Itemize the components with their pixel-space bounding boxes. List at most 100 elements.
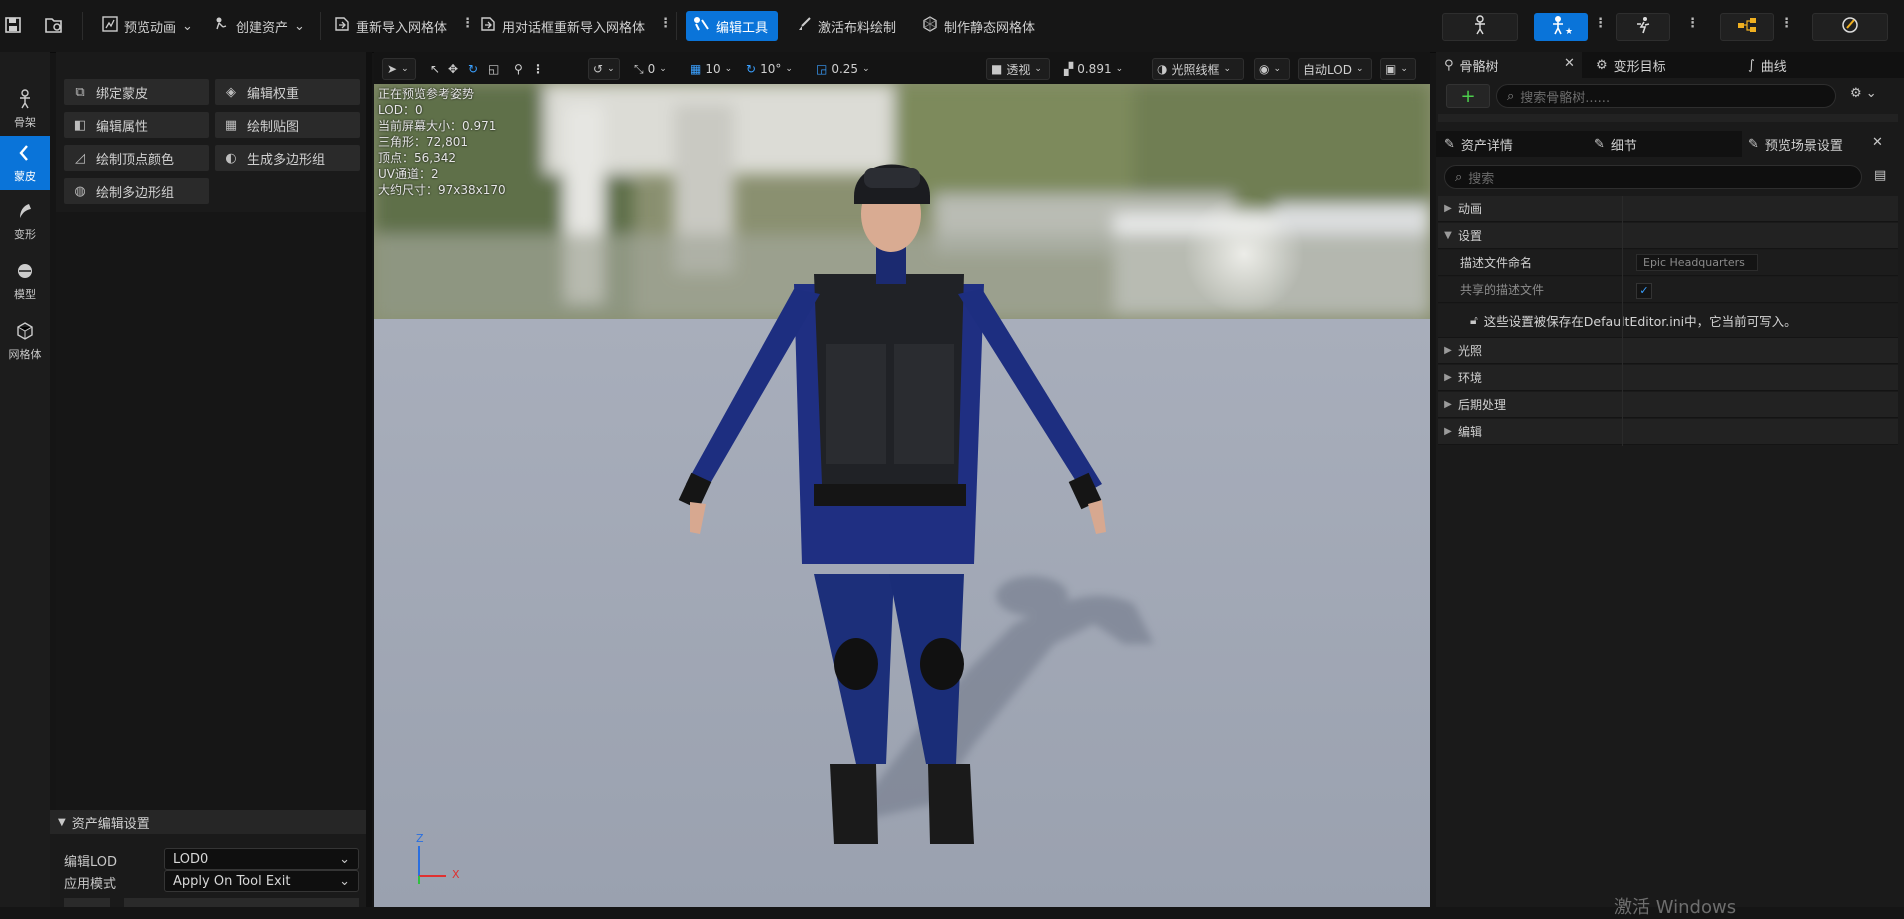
close-icon[interactable]: ✕ (1872, 135, 1883, 150)
section-settings[interactable]: ▼ 设置 (1438, 223, 1898, 249)
reimport-mesh-button[interactable]: 重新导入网格体 (328, 11, 453, 41)
mode-mesh[interactable]: 网格体 (0, 314, 50, 368)
skeleton-search-input[interactable]: ⌕ 搜索骨骼树...... (1496, 84, 1836, 108)
tab-details[interactable]: ✎ 细节 (1594, 131, 1637, 157)
preview-scene-icon: ✎ (1748, 136, 1759, 152)
activate-cloth-button[interactable]: 激活布料绘制 (790, 11, 902, 41)
section-post-process[interactable]: ▶ 后期处理 (1438, 392, 1898, 418)
viewport-layout-button[interactable]: ▣ ⌄ (1380, 58, 1416, 80)
details-search-placeholder: 搜索 (1468, 171, 1495, 187)
select-icon[interactable]: ↖ (426, 58, 444, 80)
asset-settings-header[interactable]: ▼ 资产编辑设置 (50, 810, 366, 834)
grid-snap-text: 10 (705, 62, 721, 76)
edit-lod-value: LOD0 (173, 851, 209, 867)
world-local-icon[interactable]: ⚲ (510, 58, 527, 80)
paint-maps-icon: ▦ (224, 117, 238, 133)
section-animation[interactable]: ▶ 动画 (1438, 196, 1898, 222)
snap-rotation-value[interactable]: ⤡ 0 ⌄ (630, 58, 671, 80)
column-divider[interactable] (1622, 196, 1623, 446)
grid-snap-button[interactable]: ▦ 10 ⌄ (686, 58, 736, 80)
tab-curves[interactable]: ∫ 曲线 (1748, 52, 1787, 78)
preview-animation-button[interactable]: 预览动画 ⌄ (96, 11, 199, 41)
reimport-dialog-options-icon[interactable]: ⋮ (659, 16, 672, 31)
transform-options-icon[interactable]: ⋮ (528, 58, 548, 80)
tool-paint-polygroups[interactable]: ◍ 绘制多边形组 (64, 178, 209, 204)
section-lighting[interactable]: ▶ 光照 (1438, 338, 1898, 364)
shared-profile-row: 共享的描述文件 (1438, 277, 1898, 303)
blueprint-editor-options-icon[interactable]: ⋮ (1780, 16, 1793, 31)
perspective-button[interactable]: ■ 透视 ⌄ (986, 58, 1050, 80)
save-icon[interactable] (4, 16, 22, 38)
tool-bind-skin[interactable]: ⧉ 绑定蒙皮 (64, 79, 209, 105)
panel-splitter[interactable] (366, 52, 372, 907)
apply-mode-select[interactable]: Apply On Tool Exit ⌄ (164, 870, 359, 892)
reimport-options-icon[interactable]: ⋮ (461, 16, 474, 31)
tab-skeleton-tree[interactable]: ⚲ 骨骼树 (1444, 52, 1499, 78)
tool-paint-maps[interactable]: ▦ 绘制贴图 (215, 112, 360, 138)
browse-asset-icon[interactable] (44, 16, 64, 38)
animation-editor-options-icon[interactable]: ⋮ (1686, 16, 1699, 31)
axis-z-label: Z (416, 832, 424, 845)
section-label: 设置 (1458, 229, 1483, 243)
mode-skeleton[interactable]: 骨架 (0, 82, 50, 136)
mesh-editor-button[interactable]: ★ (1534, 13, 1588, 41)
section-edit[interactable]: ▶ 编辑 (1438, 419, 1898, 445)
tool-label: 绑定蒙皮 (96, 86, 149, 102)
search-icon: ⌕ (1455, 169, 1463, 185)
chevron-down-icon: ▼ (58, 816, 66, 828)
lod-button[interactable]: 自动LOD ⌄ (1298, 58, 1372, 80)
skeleton-editor-button[interactable] (1442, 13, 1518, 41)
edit-tools-button[interactable]: 编辑工具 (686, 11, 778, 41)
details-search-input[interactable]: ⌕ 搜索 (1444, 165, 1862, 189)
edit-lod-select[interactable]: LOD0 ⌄ (164, 848, 359, 870)
generate-polygroups-icon: ◐ (225, 150, 237, 166)
shared-profile-checkbox[interactable]: ✓ (1636, 283, 1652, 299)
paint-brush-icon (796, 16, 812, 36)
make-static-mesh-button[interactable]: 制作静态网格体 (916, 11, 1041, 41)
tool-paint-vertex-color[interactable]: ◿ 绘制顶点颜色 (64, 145, 209, 171)
extra-control[interactable] (64, 898, 110, 907)
rotation-snap-button[interactable]: ↻ 10° ⌄ (742, 58, 797, 80)
section-environment[interactable]: ▶ 环境 (1438, 365, 1898, 391)
show-flags-button[interactable]: ◉ ⌄ (1254, 58, 1290, 80)
tab-label: 骨骼树 (1459, 59, 1499, 75)
activate-cloth-label: 激活布料绘制 (818, 20, 897, 36)
blueprint-editor-button[interactable] (1720, 13, 1774, 41)
extra-control[interactable] (124, 898, 359, 907)
camera-speed-button[interactable]: ▞ 0.891 ⌄ (1060, 58, 1127, 80)
tool-edit-weights[interactable]: ◈ 编辑权重 (215, 79, 360, 105)
close-icon[interactable]: ✕ (1564, 56, 1575, 71)
physics-editor-button[interactable] (1812, 13, 1888, 41)
tab-morph-targets[interactable]: ⚙ 变形目标 (1596, 52, 1666, 78)
animation-editor-button[interactable] (1616, 13, 1670, 41)
scale-icon[interactable]: ◱ (484, 58, 503, 80)
create-asset-button[interactable]: 创建资产 ⌄ (208, 11, 311, 41)
rotate-icon[interactable]: ↻ (464, 58, 482, 80)
surface-snap-button[interactable]: ↺ ⌄ (588, 58, 620, 80)
select-mode-button[interactable]: ➤ ⌄ (382, 58, 416, 80)
3d-viewport[interactable] (374, 84, 1430, 907)
settings-gear-icon[interactable]: ⚙ ⌄ (1850, 86, 1877, 101)
mode-deform[interactable]: 变形 (0, 194, 50, 248)
mesh-editor-options-icon[interactable]: ⋮ (1594, 16, 1607, 31)
chevron-down-icon: ▼ (1444, 230, 1452, 241)
reimport-mesh-label: 重新导入网格体 (356, 20, 448, 36)
blueprint-graph-icon (1737, 17, 1757, 37)
tab-asset-details[interactable]: ✎ 资产详情 (1444, 131, 1513, 157)
rotation-snap-icon: ↻ (746, 62, 757, 76)
translate-icon[interactable]: ✥ (444, 58, 462, 80)
table-view-icon[interactable]: ▤ (1874, 168, 1886, 183)
tab-preview-scene-settings[interactable]: ✎ 预览场景设置 (1748, 131, 1843, 157)
mode-model[interactable]: 模型 (0, 254, 50, 308)
tool-generate-polygroups[interactable]: ◐ 生成多边形组 (215, 145, 360, 171)
add-bone-button[interactable]: + (1446, 84, 1490, 108)
scale-snap-button[interactable]: ◲ 0.25 ⌄ (812, 58, 874, 80)
tool-edit-attributes[interactable]: ◧ 编辑属性 (64, 112, 209, 138)
mode-skin[interactable]: 蒙皮 (0, 136, 50, 190)
view-mode-button[interactable]: ◑ 光照线框 ⌄ (1152, 58, 1244, 80)
morph-target-icon: ⚙ (1596, 57, 1608, 73)
skeleton-tree-scroll[interactable] (1438, 114, 1898, 122)
reimport-dialog-button[interactable]: 用对话框重新导入网格体 (474, 11, 651, 41)
profile-name-input[interactable]: Epic Headquarters (1636, 254, 1758, 271)
asset-details-icon: ✎ (1444, 136, 1455, 152)
